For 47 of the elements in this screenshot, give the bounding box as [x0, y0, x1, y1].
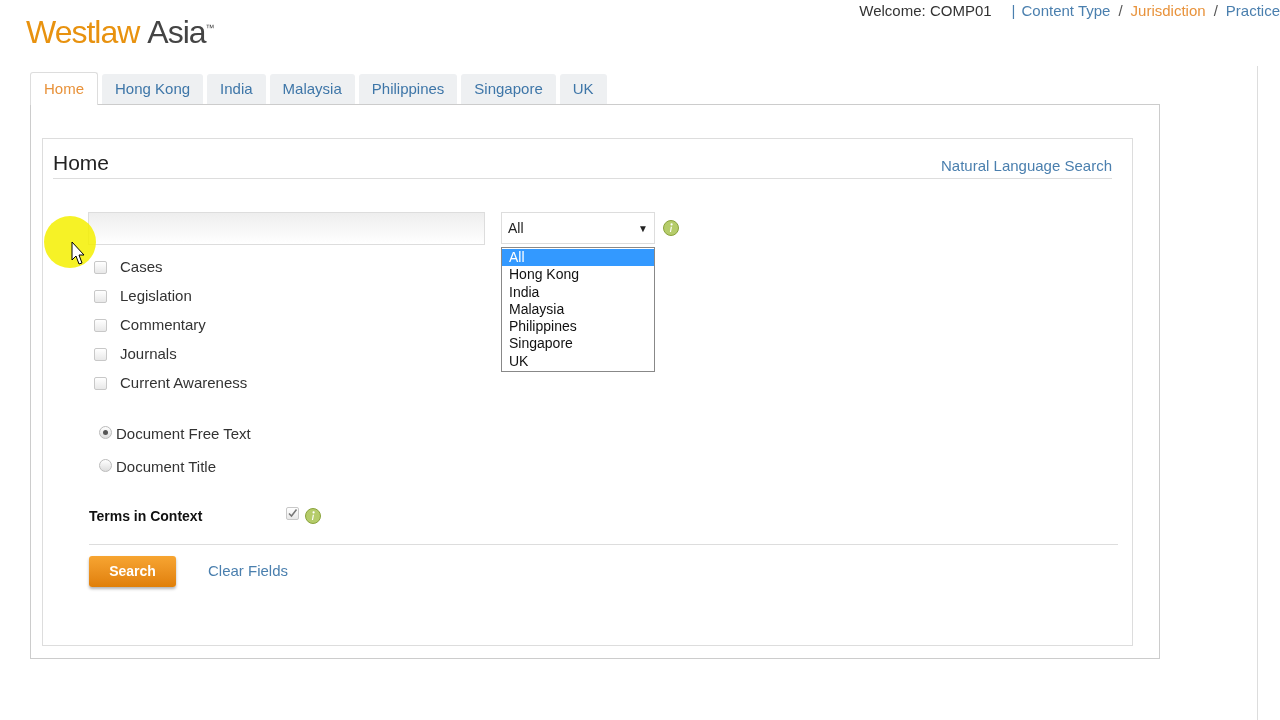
- checkbox-label: Legislation: [120, 286, 192, 307]
- terms-in-context-label: Terms in Context: [89, 506, 204, 526]
- jurisdiction-select[interactable]: All ▼: [501, 212, 655, 244]
- dropdown-option[interactable]: Hong Kong: [502, 266, 654, 284]
- checkbox[interactable]: [94, 261, 107, 274]
- dropdown-option[interactable]: Malaysia: [502, 300, 654, 319]
- clear-fields-link[interactable]: Clear Fields: [208, 560, 289, 583]
- checkbox[interactable]: [94, 290, 107, 303]
- nav-link[interactable]: Content Type: [1021, 0, 1111, 23]
- separator-text: |: [1011, 1, 1016, 21]
- tab[interactable]: Singapore: [461, 74, 556, 104]
- logo: Westlaw Asia™: [26, 16, 214, 48]
- tab[interactable]: Philippines: [358, 74, 458, 104]
- search-input-field[interactable]: [88, 212, 485, 245]
- slash-text: /: [1213, 1, 1218, 21]
- dropdown-option[interactable]: Philippines: [502, 318, 654, 336]
- natural-language-search-link[interactable]: Natural Language Search: [941, 154, 1112, 177]
- tab[interactable]: Home: [30, 72, 98, 105]
- checkbox-label: Current Awareness: [120, 373, 248, 394]
- dropdown-option[interactable]: India: [502, 283, 654, 301]
- checkbox[interactable]: [94, 377, 107, 390]
- tab[interactable]: UK: [559, 74, 607, 104]
- tab[interactable]: Hong Kong: [102, 74, 204, 104]
- cursor-highlight-icon: [44, 214, 98, 270]
- dropdown-option[interactable]: UK: [502, 352, 654, 371]
- radio-button[interactable]: [99, 425, 112, 439]
- checkbox[interactable]: [94, 319, 107, 332]
- tab[interactable]: India: [207, 74, 266, 104]
- checkbox[interactable]: [286, 507, 299, 520]
- checkbox-label: Commentary: [120, 315, 206, 336]
- checkbox-label: Journals: [120, 344, 177, 365]
- radio-label: Document Free Text: [116, 424, 251, 445]
- radio-button[interactable]: [99, 458, 112, 472]
- panel-title: Home: [53, 149, 110, 176]
- checkbox-label: Cases: [120, 257, 163, 278]
- dropdown-option[interactable]: Singapore: [502, 335, 654, 353]
- welcome-text: Welcome: COMP01: [859, 1, 992, 21]
- nav-link[interactable]: Jurisdiction: [1130, 0, 1206, 23]
- info-icon[interactable]: [663, 220, 679, 236]
- slash-text: /: [1118, 1, 1123, 21]
- search-button[interactable]: Search: [89, 556, 176, 587]
- dropdown-option[interactable]: All: [502, 249, 654, 267]
- nav-link[interactable]: Practice: [1225, 0, 1280, 23]
- info-icon[interactable]: [305, 508, 321, 524]
- checkbox[interactable]: [94, 348, 107, 361]
- radio-label: Document Title: [116, 457, 217, 478]
- tab[interactable]: Malaysia: [269, 74, 355, 104]
